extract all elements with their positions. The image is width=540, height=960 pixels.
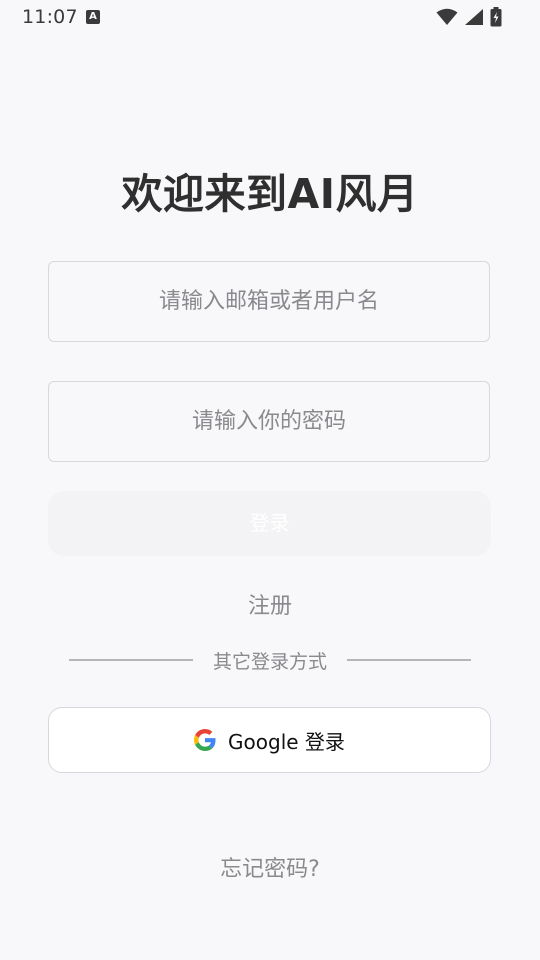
- google-login-button[interactable]: Google 登录: [48, 707, 491, 773]
- divider-line-right: [347, 659, 471, 661]
- google-icon: [194, 729, 216, 751]
- login-button[interactable]: 登录: [48, 491, 491, 556]
- google-login-label: Google 登录: [228, 729, 345, 754]
- signal-icon: [465, 9, 483, 25]
- a-icon: A: [86, 10, 100, 24]
- page-title: 欢迎来到AI风月: [121, 170, 419, 218]
- status-time: 11:07: [22, 6, 78, 28]
- wifi-icon: [436, 8, 458, 25]
- forgot-password-link[interactable]: 忘记密码?: [0, 851, 540, 883]
- status-icons: [436, 7, 502, 27]
- email-field-container: [48, 261, 490, 342]
- register-link[interactable]: 注册: [0, 588, 540, 620]
- other-login-divider: 其它登录方式: [0, 647, 540, 673]
- status-bar: 11:07 A: [0, 0, 540, 34]
- password-field[interactable]: [49, 382, 489, 461]
- email-field[interactable]: [49, 262, 489, 341]
- password-field-container: [48, 381, 490, 462]
- battery-charging-icon: [490, 7, 502, 27]
